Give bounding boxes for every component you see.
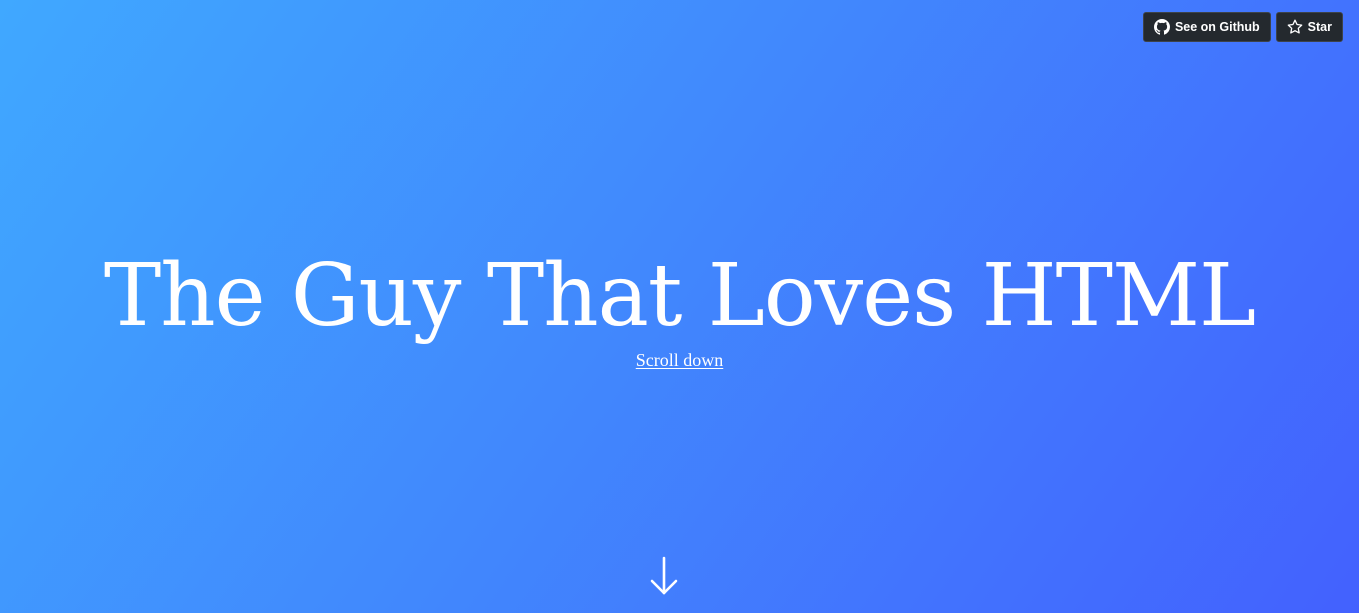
github-buttons: See on Github Star <box>1142 12 1343 42</box>
arrow-down-icon[interactable] <box>648 555 680 599</box>
page-title: The Guy That Loves HTML <box>103 246 1256 346</box>
scroll-down-link[interactable]: Scroll down <box>636 350 724 370</box>
scroll-link-container: Scroll down <box>0 350 1359 371</box>
see-on-github-button[interactable]: See on Github <box>1142 12 1271 42</box>
star-label: Star <box>1307 20 1332 34</box>
see-on-github-label: See on Github <box>1174 20 1260 34</box>
star-icon <box>1287 19 1303 35</box>
star-button[interactable]: Star <box>1275 12 1343 42</box>
github-icon <box>1153 19 1170 35</box>
